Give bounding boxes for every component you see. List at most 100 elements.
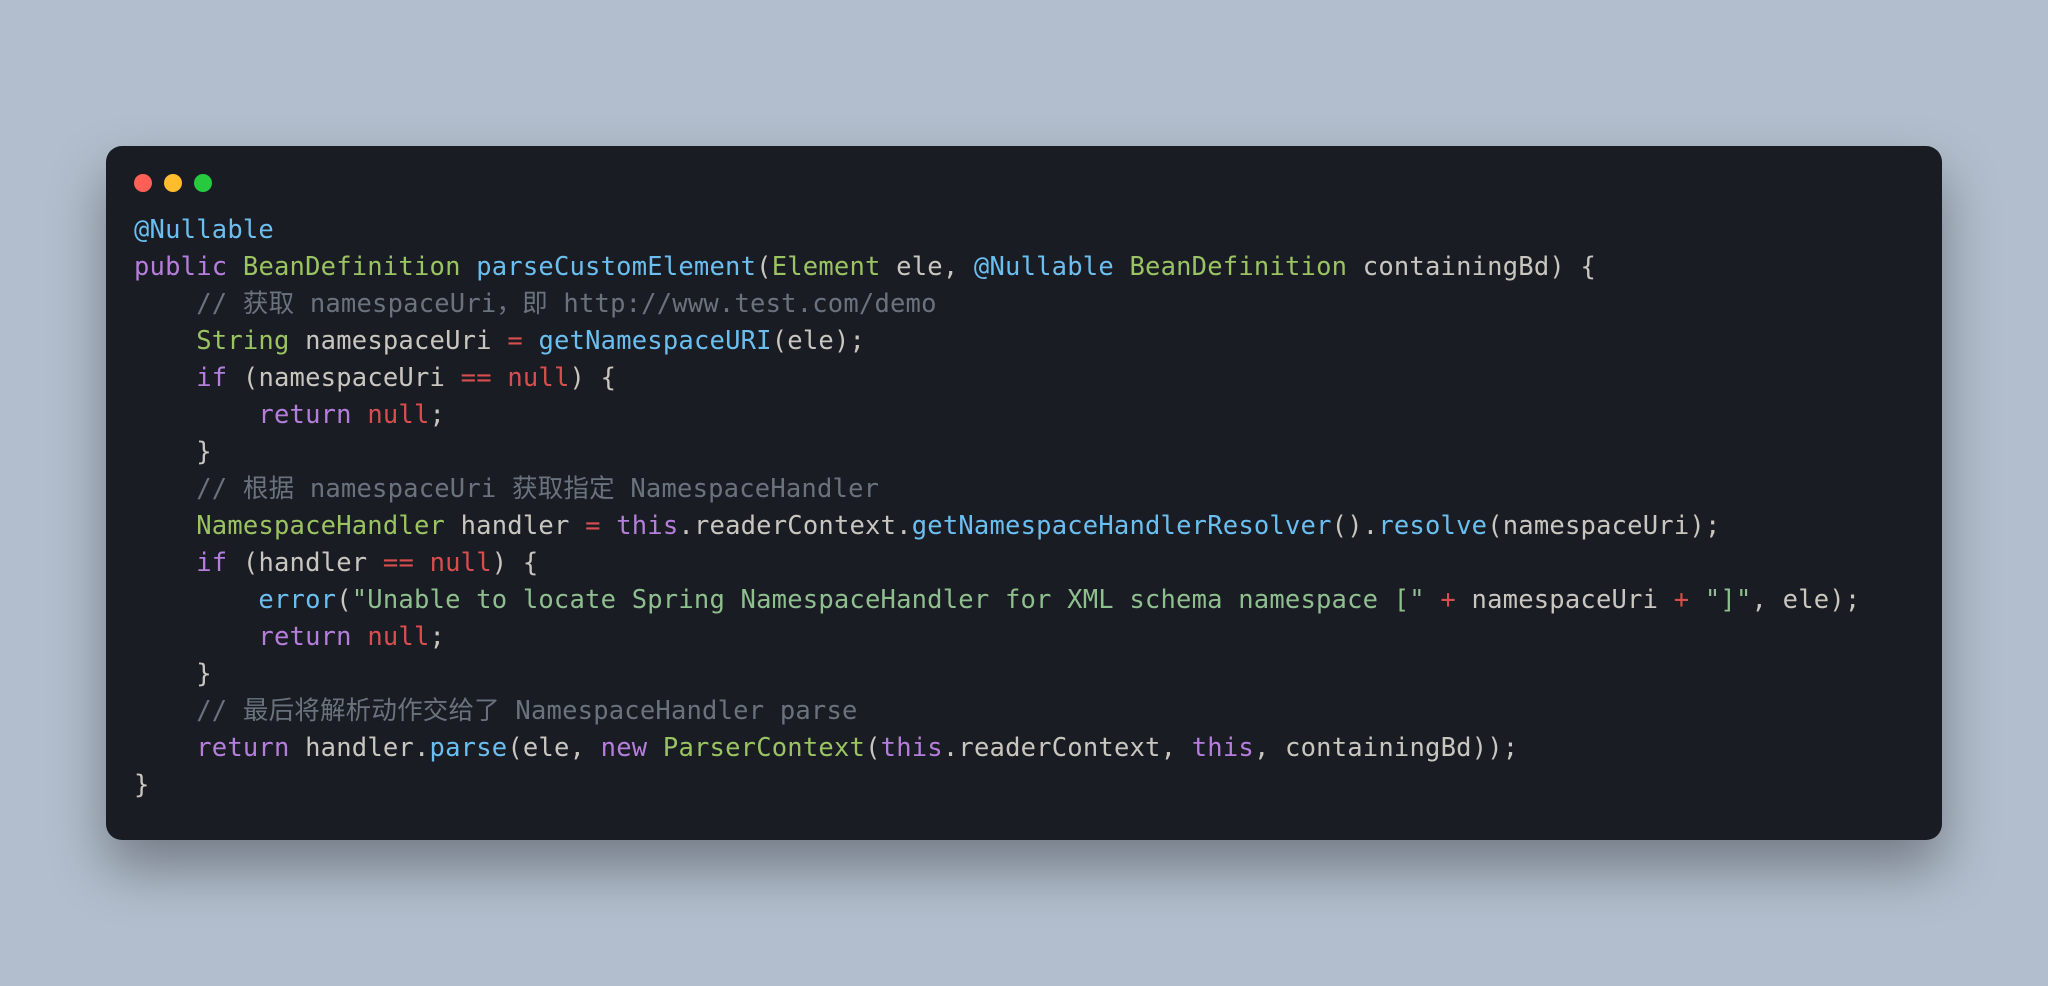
code-token: public — [134, 252, 227, 282]
code-token: ) — [492, 548, 508, 578]
code-token: handler — [305, 733, 414, 763]
code-line: @Nullable — [134, 215, 274, 245]
code-token: containingBd — [1363, 252, 1550, 282]
code-token: ; — [1845, 585, 1861, 615]
code-token: BeanDefinition — [243, 252, 461, 282]
code-token: handler — [461, 511, 570, 541]
code-token: , — [1254, 733, 1285, 763]
code-token: readerContext — [958, 733, 1160, 763]
minimize-icon[interactable] — [164, 174, 182, 192]
code-token — [1456, 585, 1472, 615]
code-token: } — [196, 659, 212, 689]
code-token: ( — [243, 548, 259, 578]
code-token — [227, 252, 243, 282]
code-token: getNamespaceHandlerResolver — [912, 511, 1332, 541]
code-token: // 获取 namespaceUri，即 http://www.test.com… — [196, 289, 936, 319]
code-token: null — [367, 622, 429, 652]
code-token — [881, 252, 897, 282]
code-token: ( — [865, 733, 881, 763]
close-icon[interactable] — [134, 174, 152, 192]
code-token: ele — [896, 252, 943, 282]
code-token: return — [258, 622, 351, 652]
code-token: == — [383, 548, 414, 578]
code-token — [1347, 252, 1363, 282]
code-token — [570, 511, 586, 541]
maximize-icon[interactable] — [194, 174, 212, 192]
code-token: "]" — [1705, 585, 1752, 615]
code-line: return handler.parse(ele, new ParserCont… — [134, 733, 1518, 763]
code-token: , — [1161, 733, 1192, 763]
code-token: ele — [1783, 585, 1830, 615]
code-block: @Nullable public BeanDefinition parseCus… — [106, 212, 1942, 804]
code-token: @Nullable — [134, 215, 274, 245]
code-token: null — [430, 548, 492, 578]
code-token: . — [1363, 511, 1379, 541]
code-token: namespaceUri — [1472, 585, 1659, 615]
code-token: ) — [570, 363, 586, 393]
code-token: BeanDefinition — [1129, 252, 1347, 282]
code-token — [1114, 252, 1130, 282]
code-token — [492, 326, 508, 356]
code-token: parseCustomElement — [476, 252, 756, 282]
code-token: handler — [258, 548, 367, 578]
code-line: String namespaceUri = getNamespaceURI(el… — [134, 326, 865, 356]
code-token: } — [196, 437, 212, 467]
code-token: this — [1192, 733, 1254, 763]
code-token: { — [1581, 252, 1597, 282]
code-token — [134, 659, 196, 689]
code-token: ) — [1829, 585, 1845, 615]
code-token: ele — [523, 733, 570, 763]
code-token: . — [414, 733, 430, 763]
code-token — [227, 548, 243, 578]
code-token: . — [943, 733, 959, 763]
code-token: resolve — [1378, 511, 1487, 541]
code-token: Element — [772, 252, 881, 282]
code-token: "Unable to locate Spring NamespaceHandle… — [352, 585, 1425, 615]
code-token: ParserContext — [663, 733, 865, 763]
code-token: this — [616, 511, 678, 541]
code-token — [647, 733, 663, 763]
page-background: @Nullable public BeanDefinition parseCus… — [0, 0, 2048, 986]
code-token: if — [196, 363, 227, 393]
code-token: ( — [507, 733, 523, 763]
code-line: NamespaceHandler handler = this.readerCo… — [134, 511, 1721, 541]
code-token: null — [367, 400, 429, 430]
code-token — [492, 363, 508, 393]
code-token: } — [134, 770, 150, 800]
code-token: if — [196, 548, 227, 578]
code-line: // 获取 namespaceUri，即 http://www.test.com… — [134, 289, 937, 319]
code-line: } — [134, 770, 150, 800]
code-token: ; — [1705, 511, 1721, 541]
code-token: parse — [430, 733, 508, 763]
code-token: . — [678, 511, 694, 541]
code-token — [461, 252, 477, 282]
code-token: // 根据 namespaceUri 获取指定 NamespaceHandler — [196, 474, 879, 504]
code-token: error — [258, 585, 336, 615]
code-token — [134, 437, 196, 467]
code-token: = — [585, 511, 601, 541]
code-token — [352, 400, 368, 430]
code-token — [134, 585, 258, 615]
code-token: ; — [430, 622, 446, 652]
code-token: NamespaceHandler — [196, 511, 445, 541]
code-token: return — [196, 733, 289, 763]
code-line: // 根据 namespaceUri 获取指定 NamespaceHandler — [134, 474, 879, 504]
code-token: { — [523, 548, 539, 578]
code-token — [134, 400, 258, 430]
code-token: )) — [1472, 733, 1503, 763]
code-token: ; — [1503, 733, 1519, 763]
code-token: ) — [1549, 252, 1565, 282]
code-token — [507, 548, 523, 578]
code-token — [134, 326, 196, 356]
code-line: public BeanDefinition parseCustomElement… — [134, 252, 1596, 282]
code-token: new — [601, 733, 648, 763]
code-token: + — [1674, 585, 1690, 615]
code-token — [290, 733, 306, 763]
code-line: return null; — [134, 622, 445, 652]
code-token: @Nullable — [974, 252, 1114, 282]
code-token: namespaceUri — [258, 363, 445, 393]
code-token — [352, 622, 368, 652]
code-token: . — [896, 511, 912, 541]
code-token: return — [258, 400, 351, 430]
code-token: ( — [336, 585, 352, 615]
